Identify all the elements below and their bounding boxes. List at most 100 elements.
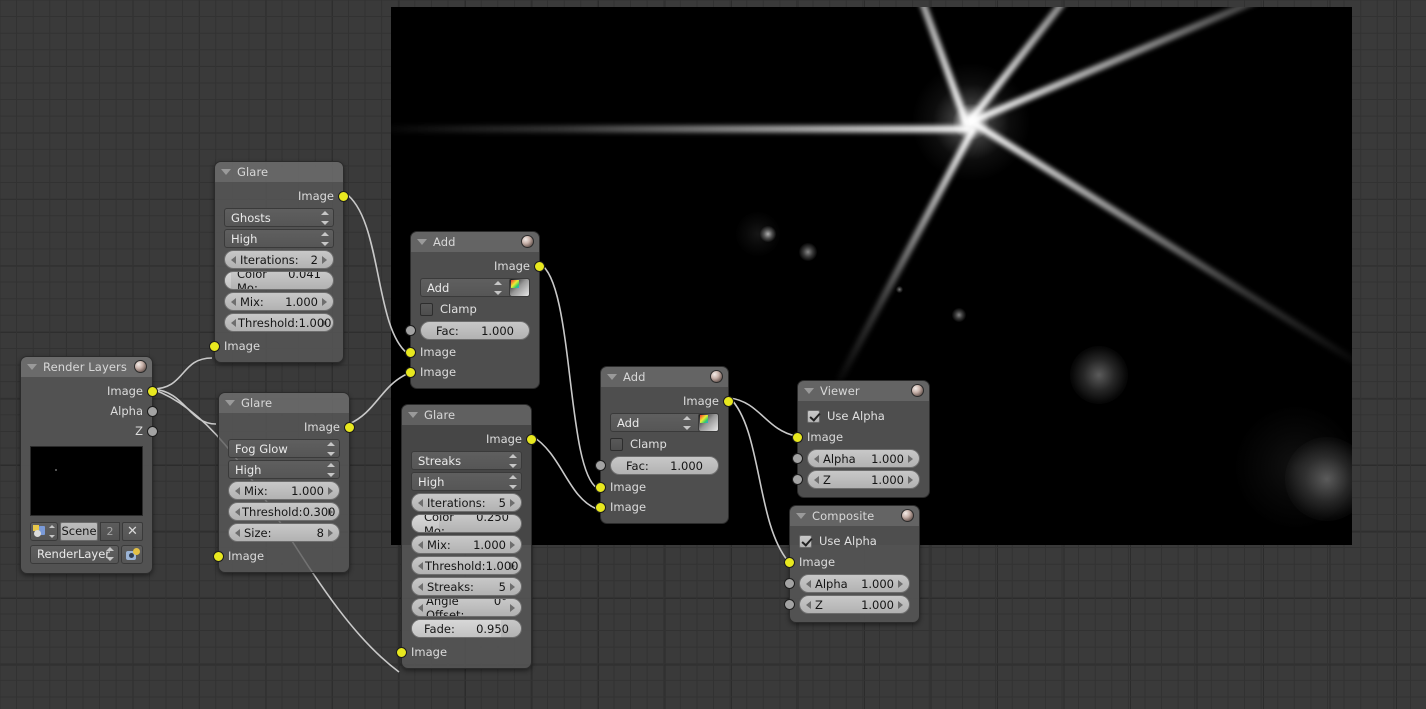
socket-dot-alpha[interactable] — [792, 453, 803, 464]
scene-name-field[interactable]: Scene — [60, 521, 98, 541]
node-header[interactable]: Glare — [402, 405, 531, 425]
input-socket-image[interactable]: Image — [209, 336, 343, 356]
socket-dot-image[interactable] — [344, 421, 355, 433]
input-socket-image[interactable]: Image — [784, 552, 919, 572]
socket-dot-image[interactable] — [792, 431, 803, 443]
chevron-updown-icon[interactable] — [326, 462, 335, 477]
chevron-updown-icon[interactable] — [508, 474, 517, 489]
output-socket-image[interactable]: Image — [402, 429, 537, 449]
chevron-updown-icon[interactable] — [320, 210, 329, 225]
node-header[interactable]: Add — [601, 367, 728, 387]
node-editor-canvas[interactable]: Render Layers Image Alpha Z Scene 2 ✕ Re… — [0, 0, 1426, 709]
clamp-checkbox[interactable] — [420, 302, 433, 316]
collapse-triangle-icon[interactable] — [417, 239, 427, 245]
collapse-triangle-icon[interactable] — [796, 513, 806, 519]
socket-dot-image[interactable] — [396, 646, 407, 658]
collapse-triangle-icon[interactable] — [221, 169, 231, 175]
input-socket-image[interactable]: Image — [792, 427, 929, 447]
mix-field[interactable]: Mix: 1.000 — [228, 481, 340, 500]
glare-type-dropdown[interactable]: Ghosts — [224, 208, 334, 227]
input-socket-image-2[interactable]: Image — [595, 497, 728, 517]
chevron-updown-icon[interactable] — [320, 231, 329, 246]
threshold-field[interactable]: Threshold: 0.300 — [228, 502, 340, 521]
streaks-field[interactable]: Streaks: 5 — [411, 577, 522, 596]
socket-dot-image[interactable] — [405, 346, 416, 358]
output-socket-image[interactable]: Image — [219, 417, 355, 437]
preview-toggle-icon[interactable] — [911, 384, 924, 397]
clamp-checkbox-row[interactable]: Clamp — [411, 299, 539, 319]
output-socket-image[interactable]: Image — [21, 381, 158, 401]
output-socket-image[interactable]: Image — [411, 256, 545, 276]
color-ramp-icon[interactable] — [509, 278, 530, 297]
color-ramp-icon[interactable] — [698, 413, 719, 432]
node-mix-add-1[interactable]: Add Image Add Clamp Fac: 1.000 Image Ima… — [405, 231, 545, 389]
socket-dot-image[interactable] — [784, 556, 795, 568]
node-header[interactable]: Glare — [215, 162, 343, 182]
glare-quality-dropdown[interactable]: High — [411, 472, 522, 491]
output-socket-z[interactable]: Z — [21, 421, 158, 441]
socket-dot-image[interactable] — [534, 260, 545, 272]
color-modulation-slider[interactable]: Color Mo: 0.250 — [411, 514, 522, 533]
input-socket-image-1[interactable]: Image — [405, 342, 539, 362]
node-glare-fogglow[interactable]: Glare Image Fog Glow High Mix: 1.000 Thr… — [213, 392, 355, 573]
color-modulation-slider[interactable]: Color Mo: 0.041 — [224, 271, 334, 290]
preview-toggle-icon[interactable] — [901, 509, 914, 522]
input-socket-image-2[interactable]: Image — [405, 362, 539, 382]
output-socket-image[interactable]: Image — [601, 391, 734, 411]
collapse-triangle-icon[interactable] — [27, 364, 37, 370]
blend-mode-dropdown[interactable]: Add — [610, 413, 719, 432]
socket-dot-image[interactable] — [595, 501, 606, 513]
node-mix-add-2[interactable]: Add Image Add Clamp Fac: 1.000 Image Ima… — [595, 366, 734, 524]
input-socket-image[interactable]: Image — [396, 642, 531, 662]
socket-dot-z[interactable] — [792, 474, 803, 485]
input-socket-image[interactable]: Image — [213, 546, 349, 566]
node-glare-ghosts[interactable]: Glare Image Ghosts High Iterations: 2 Co… — [209, 161, 349, 363]
scene-user-count[interactable]: 2 — [100, 521, 120, 541]
z-field[interactable]: Z 1.000 — [792, 470, 920, 489]
socket-dot-z[interactable] — [784, 599, 795, 610]
chevron-updown-icon[interactable] — [493, 280, 502, 295]
chevron-updown-icon[interactable] — [105, 547, 114, 561]
node-glare-streaks[interactable]: Glare Image Streaks High Iterations: 5 C… — [396, 404, 537, 669]
iterations-field[interactable]: Iterations: 2 — [224, 250, 334, 269]
fade-slider[interactable]: Fade: 0.950 — [411, 619, 522, 638]
collapse-triangle-icon[interactable] — [607, 374, 617, 380]
socket-dot-image[interactable] — [213, 550, 224, 562]
glare-quality-dropdown[interactable]: High — [228, 460, 340, 479]
blend-mode-dropdown[interactable]: Add — [420, 278, 530, 297]
mix-field[interactable]: Mix: 1.000 — [411, 535, 522, 554]
glare-type-dropdown[interactable]: Streaks — [411, 451, 522, 470]
close-icon[interactable]: ✕ — [122, 521, 143, 541]
use-alpha-row[interactable]: Use Alpha — [790, 531, 919, 551]
clamp-checkbox[interactable] — [610, 437, 623, 451]
socket-dot-alpha[interactable] — [147, 405, 158, 417]
chevron-updown-icon[interactable] — [49, 524, 55, 538]
mix-field[interactable]: Mix: 1.000 — [224, 292, 334, 311]
socket-dot-fac[interactable] — [595, 460, 606, 471]
chevron-updown-icon[interactable] — [508, 453, 517, 468]
size-field[interactable]: Size: 8 — [228, 523, 340, 542]
node-header[interactable]: Composite — [790, 506, 919, 526]
socket-dot-image[interactable] — [723, 395, 734, 407]
socket-dot-alpha[interactable] — [784, 578, 795, 589]
threshold-field[interactable]: Threshold: 1.000 — [224, 313, 334, 332]
collapse-triangle-icon[interactable] — [408, 412, 418, 418]
node-header[interactable]: Glare — [219, 393, 349, 413]
socket-dot-image[interactable] — [338, 190, 349, 202]
input-socket-image-1[interactable]: Image — [595, 477, 728, 497]
preview-toggle-icon[interactable] — [134, 360, 147, 373]
threshold-field[interactable]: Threshold: 1.000 — [411, 556, 522, 575]
iterations-field[interactable]: Iterations: 5 — [411, 493, 522, 512]
renderlayer-selector-row[interactable]: RenderLayer — [30, 544, 143, 564]
collapse-triangle-icon[interactable] — [225, 400, 235, 406]
chevron-updown-icon[interactable] — [326, 441, 335, 456]
socket-dot-fac[interactable] — [405, 325, 416, 336]
preview-toggle-icon[interactable] — [710, 370, 723, 383]
socket-dot-image[interactable] — [147, 385, 158, 397]
chevron-updown-icon[interactable] — [682, 415, 691, 430]
fac-field[interactable]: Fac: 1.000 — [405, 321, 530, 340]
node-header[interactable]: Viewer — [798, 381, 929, 401]
socket-dot-image[interactable] — [595, 481, 606, 493]
clamp-checkbox-row[interactable]: Clamp — [601, 434, 728, 454]
scene-browse-icon[interactable] — [30, 521, 58, 541]
